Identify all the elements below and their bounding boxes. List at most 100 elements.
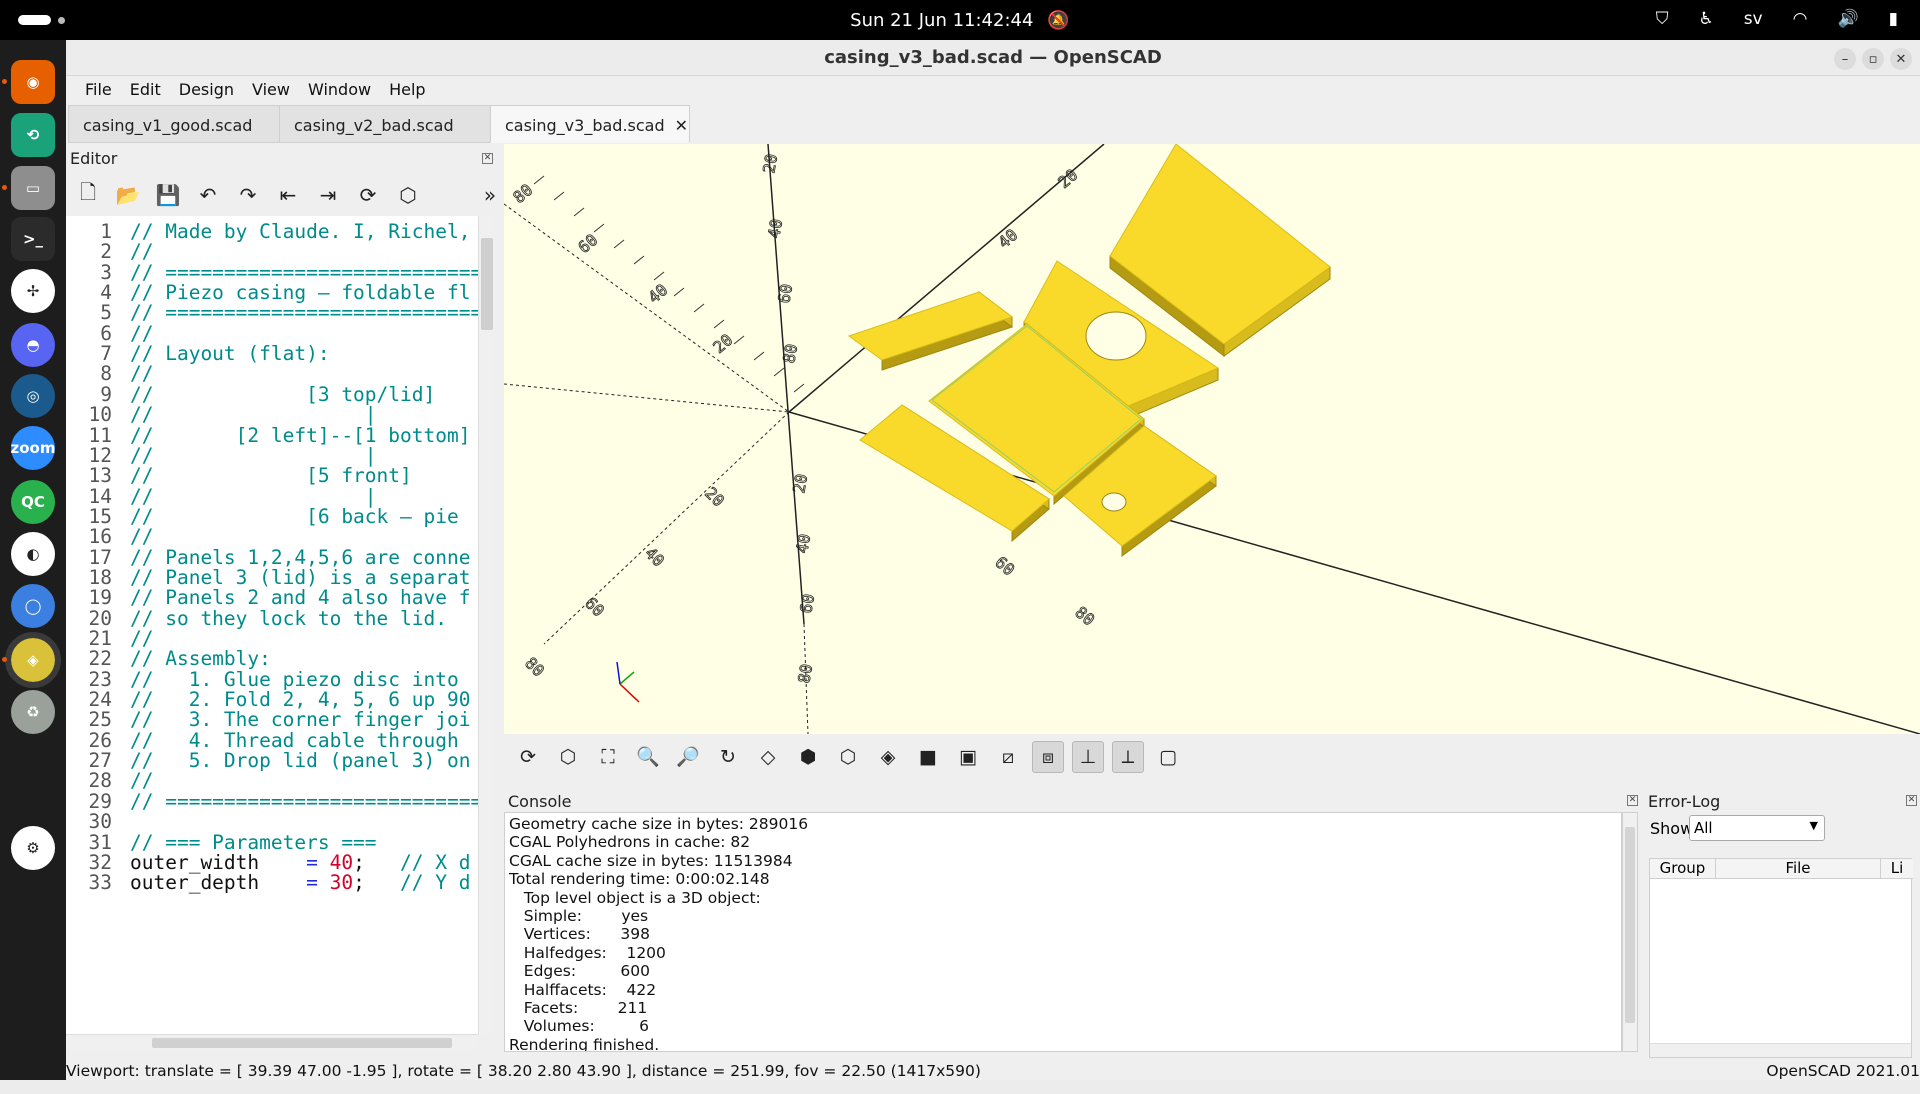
axis-scale-label: 60 [581,593,608,620]
col-file[interactable]: File [1716,859,1881,878]
view-left-icon[interactable]: ◈ [872,741,904,773]
system-tray[interactable]: ⛉ ♿ sv ◠ 🔊 ▮ [1656,9,1898,29]
maximize-button[interactable]: ▫ [1862,48,1884,70]
view-top-icon[interactable]: ⬢ [792,741,824,773]
console-output[interactable]: Geometry cache size in bytes: 289016 CGAL… [504,812,1622,1052]
show-axes-icon[interactable]: ⊥ [1072,740,1104,773]
indent-icon[interactable]: ⇥ [312,179,344,211]
keyboard-layout[interactable]: sv [1744,9,1763,29]
menu-view[interactable]: View [243,76,299,104]
show-edges-icon[interactable]: ▢ [1152,741,1184,773]
show-scale-icon[interactable]: ⟂ [1112,740,1144,773]
console-title: Console [508,792,572,811]
terminal-icon[interactable]: >_ [11,217,55,261]
app-dark-icon[interactable]: ◐ [11,532,55,576]
view-all-icon[interactable]: ⛶ [592,741,624,773]
menu-edit[interactable]: Edit [121,76,170,104]
editor-close-button[interactable]: ✕ [482,153,493,164]
axis-tick [673,287,685,297]
axis-scale-label: 80 [509,180,536,207]
axis-scale-label: 80 [779,342,801,364]
tab-casing-v2[interactable]: casing_v2_bad.scad [279,105,491,143]
show-filter-select[interactable]: All ▼ [1689,815,1825,841]
battery-icon[interactable]: ▮ [1889,9,1898,29]
menu-design[interactable]: Design [170,76,243,104]
tab-casing-v1[interactable]: casing_v1_good.scad [68,105,280,143]
open-file-icon[interactable]: 📂 [112,179,144,211]
zoom-out-icon[interactable]: 🔎 [672,741,704,773]
code-editor[interactable]: 1// Made by Claude. I, Richel, 2//3// ===… [66,216,478,1034]
3d-viewport[interactable]: 80 60 40 20 20 40 60 80 20 40 60 80 20 40 60 80 20 40 60 80 [504,144,1920,734]
console-line: Halfedges: 1200 [509,943,666,962]
save-icon[interactable]: 💾 [152,179,184,211]
menu-window[interactable]: Window [299,76,380,104]
render-icon[interactable]: ⬡ [392,179,424,211]
orthogonal-icon[interactable]: ⧈ [1032,740,1064,773]
volume-icon[interactable]: 🔊 [1837,9,1858,29]
line-number: 33 [88,871,112,895]
close-button[interactable]: ✕ [1890,48,1912,70]
steam-icon[interactable]: ◎ [11,374,55,418]
error-table[interactable]: Group File Li [1649,858,1913,1058]
openscad-icon[interactable]: ◈ [2,632,61,688]
zoom-in-icon[interactable]: 🔍 [632,741,664,773]
show-apps-icon[interactable]: ⚙ [11,826,55,870]
console-close-button[interactable]: ✕ [1627,795,1638,806]
slack-icon[interactable]: ✢ [11,269,55,313]
view-bottom-icon[interactable]: ⬡ [832,741,864,773]
axis-scale-label: 20 [759,152,781,174]
console-scrollbar[interactable] [1622,812,1638,1052]
render-icon[interactable]: ⬡ [552,741,584,773]
model-render[interactable]: 80 60 40 20 20 40 60 80 20 40 60 80 20 40 60 80 20 40 60 80 [504,144,1920,734]
chromium-icon[interactable]: ◯ [11,584,55,628]
editor-vertical-scrollbar[interactable] [478,216,494,1034]
perspective-icon[interactable]: ⧄ [992,741,1024,773]
openscad-window: casing_v3_bad.scad — OpenSCAD – ▫ ✕ File… [66,40,1920,1080]
viewport-toolbar: ⟳ ⬡ ⛶ 🔍 🔎 ↻ ◇ ⬢ ⬡ ◈ ■ ▣ ⧄ ⧈ ⊥ ⟂ ▢ [504,734,1920,779]
axis-tick [533,175,545,185]
undo-icon[interactable]: ↶ [192,179,224,211]
more-tools-icon[interactable]: » [474,179,506,211]
scroll-thumb[interactable] [152,1038,452,1048]
unindent-icon[interactable]: ⇤ [272,179,304,211]
app-green-icon[interactable]: ⟲ [11,113,55,157]
qc-icon[interactable]: QC [11,480,55,524]
new-file-icon[interactable]: 🗋 [72,179,104,211]
error-log-close-button[interactable]: ✕ [1906,795,1917,806]
col-line[interactable]: Li [1881,859,1913,878]
minimize-button[interactable]: – [1834,48,1856,70]
error-log-title: Error-Log [1648,792,1721,811]
axis-tick [653,271,665,281]
scroll-thumb[interactable] [1625,827,1635,1023]
view-back-icon[interactable]: ▣ [952,741,984,773]
discord-icon[interactable]: ◓ [11,323,55,367]
redo-icon[interactable]: ↷ [232,179,264,211]
firefox-icon[interactable]: ◉ [2,60,55,104]
menu-help[interactable]: Help [380,76,434,104]
panels [847,144,1331,557]
preview-icon[interactable]: ⟳ [352,179,384,211]
zoom-icon[interactable]: zoom [11,426,56,470]
accessibility-icon[interactable]: ♿ [1698,9,1713,29]
view-front-icon[interactable]: ■ [912,741,944,773]
preview-icon[interactable]: ⟳ [512,741,544,773]
axis-scale-label: 20 [709,330,736,357]
col-group[interactable]: Group [1650,859,1716,878]
trash-icon[interactable]: ♻ [11,690,55,734]
tab-close-icon[interactable]: ✕ [675,116,688,135]
view-right-icon[interactable]: ◇ [752,741,784,773]
menu-file[interactable]: File [76,76,121,104]
console-line: Edges: 600 [509,962,651,981]
tab-casing-v3[interactable]: casing_v3_bad.scad ✕ [490,105,690,143]
wifi-icon[interactable]: ◠ [1793,9,1808,29]
tab-label: casing_v3_bad.scad [505,116,665,135]
shield-icon[interactable]: ⛉ [1656,9,1669,29]
scroll-thumb[interactable] [481,238,493,330]
files-icon[interactable]: ▭ [2,166,55,210]
editor-horizontal-scrollbar[interactable] [66,1034,478,1050]
console-line: CGAL cache size in bytes: 11513984 [509,851,793,870]
reset-view-icon[interactable]: ↻ [712,741,744,773]
axis-tick [573,207,585,217]
error-table-hscroll[interactable] [1650,1043,1911,1057]
clock[interactable]: Sun 21 Jun 11:42:44 🔕 [0,10,1920,31]
